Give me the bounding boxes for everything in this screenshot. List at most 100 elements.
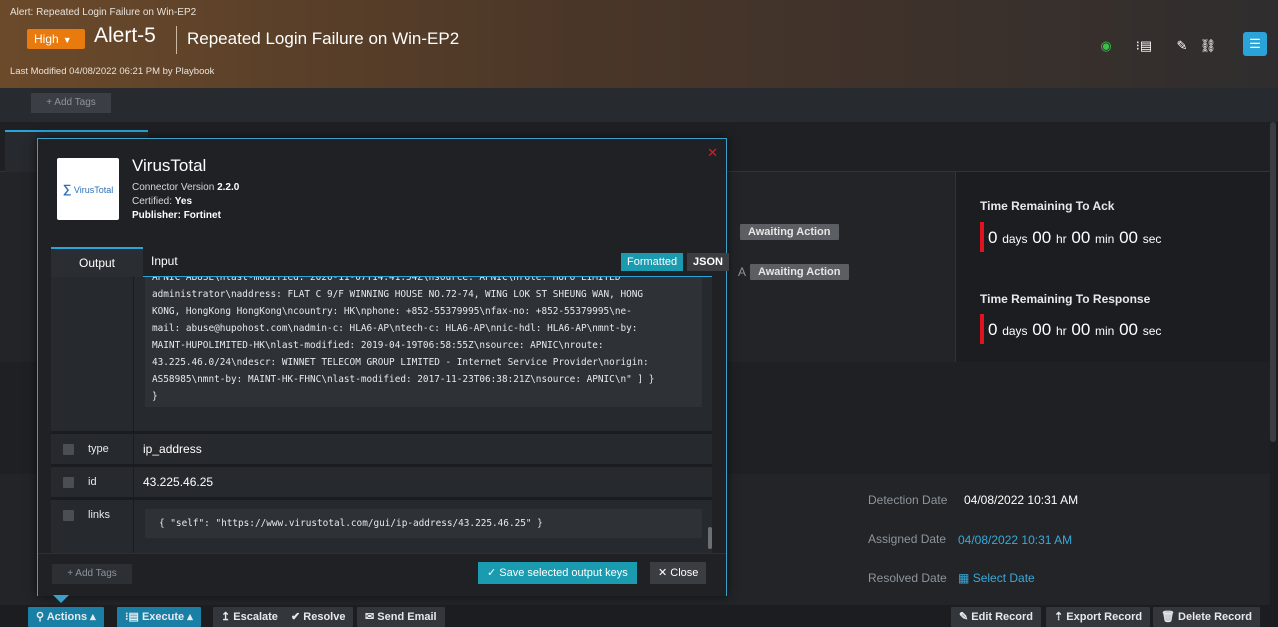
escalate-button[interactable]: ↥ Escalate <box>213 607 286 627</box>
modal-footer: + Add Tags ✓ Save selected output keys ✕… <box>38 553 726 596</box>
add-tags-button[interactable]: + Add Tags <box>52 564 132 584</box>
calendar-icon: ▦ <box>958 571 970 585</box>
column-divider <box>133 500 134 553</box>
row-value: ip_address <box>143 442 202 456</box>
link-icon[interactable]: ⛓ <box>1198 36 1218 56</box>
ack-days: 0 <box>988 228 998 247</box>
detection-date-label: Detection Date <box>868 493 948 507</box>
collaboration-button[interactable]: ☰ <box>1243 32 1267 56</box>
resp-hours-unit: hr <box>1055 324 1067 338</box>
severity-dropdown[interactable]: High ▼ <box>27 29 85 49</box>
column-divider <box>133 277 134 431</box>
publisher-label: Publisher: <box>132 210 181 221</box>
resp-days-unit: days <box>1002 324 1028 338</box>
certified-label: Certified: <box>132 196 173 207</box>
escalate-label: Escalate <box>233 611 278 623</box>
ack-minutes-unit: min <box>1095 232 1115 246</box>
status-letter: A <box>738 265 747 279</box>
edit-icon[interactable]: ✎ <box>1172 36 1192 56</box>
virustotal-logo: ∑ VirusTotal <box>57 158 119 220</box>
resp-minutes-unit: min <box>1095 324 1115 338</box>
ack-hours: 00 <box>1032 228 1052 247</box>
output-scrollbar[interactable] <box>708 527 712 549</box>
actions-button[interactable]: ⚲ Actions ▴ <box>28 607 104 627</box>
row-key: id <box>88 476 97 488</box>
version-label: Connector Version <box>132 182 215 193</box>
connector-publisher: Publisher: Fortinet <box>132 210 221 221</box>
row-checkbox[interactable] <box>63 477 74 488</box>
ack-seconds-unit: sec <box>1142 232 1162 246</box>
action-bar: ⚲ Actions ▴ ⁝▤ Execute ▴ ↥ Escalate ✔ Re… <box>0 605 1278 627</box>
status-online-icon: ◉ <box>1100 38 1112 53</box>
save-label: Save selected output keys <box>499 567 628 579</box>
close-button[interactable]: ✕ Close <box>650 562 707 584</box>
delete-record-label: Delete Record <box>1178 611 1253 623</box>
execute-icon: ⁝▤ <box>125 611 139 623</box>
add-tags-button[interactable]: + Add Tags <box>31 93 111 113</box>
mail-icon: ✉ <box>365 611 375 623</box>
code-line: AS58985\nmnt-by: MAINT-HK-FHNC\nlast-mod… <box>152 374 655 385</box>
caret-up-icon: ▴ <box>90 611 96 623</box>
resolved-date-label: Resolved Date <box>868 571 947 585</box>
ack-days-unit: days <box>1002 232 1028 246</box>
table-row: links { "self": "https://www.virustotal.… <box>51 500 712 553</box>
save-output-keys-button[interactable]: ✓ Save selected output keys <box>478 562 637 584</box>
status-badge: Awaiting Action <box>750 264 849 280</box>
select-date-label: Select Date <box>972 571 1035 585</box>
ack-timer-label: Time Remaining To Ack <box>980 199 1115 213</box>
status-badge: Awaiting Action <box>740 224 839 240</box>
edit-icon: ✎ <box>959 611 969 623</box>
check-icon: ✔ <box>291 611 301 623</box>
execute-button[interactable]: ⁝▤ Execute ▴ <box>117 607 201 627</box>
edit-record-button[interactable]: ✎ Edit Record <box>951 607 1042 627</box>
response-timer-label: Time Remaining To Response <box>980 292 1151 306</box>
response-timer-bar <box>980 314 984 344</box>
assigned-date-label: Assigned Date <box>868 532 947 546</box>
row-checkbox[interactable] <box>63 444 74 455</box>
ack-timer-bar <box>980 222 984 252</box>
resolved-date-picker[interactable]: ▦ Select Date <box>958 571 1035 585</box>
send-email-label: Send Email <box>377 611 437 623</box>
execute-icon[interactable]: ⁝▤ <box>1134 36 1154 56</box>
delete-record-button[interactable]: 🗑 Delete Record <box>1153 607 1261 627</box>
row-key: links <box>88 509 111 521</box>
whois-code-block: APNIC ABUSE\nlast-modified: 2020-11-07T1… <box>145 277 702 407</box>
export-record-button[interactable]: ⇡ Export Record <box>1046 607 1151 627</box>
wand-icon: ⚲ <box>36 611 45 623</box>
output-tabs: Output Input Formatted JSON <box>51 247 729 277</box>
output-body: APNIC ABUSE\nlast-modified: 2020-11-07T1… <box>51 277 712 553</box>
logo-text: VirusTotal <box>73 185 114 195</box>
code-line: } <box>152 391 158 402</box>
ack-minutes: 00 <box>1071 228 1091 247</box>
tag-bar: + Add Tags <box>0 88 1278 122</box>
connector-name: VirusTotal <box>132 156 207 175</box>
close-icon[interactable]: ✕ <box>707 145 718 161</box>
tab-input[interactable]: Input <box>151 247 211 277</box>
table-row: id 43.225.46.25 <box>51 467 712 497</box>
resolve-button[interactable]: ✔ Resolve <box>283 607 354 627</box>
row-value: 43.225.46.25 <box>143 475 214 489</box>
row-checkbox[interactable] <box>63 510 74 521</box>
close-label: Close <box>670 567 699 579</box>
formatted-toggle[interactable]: Formatted <box>621 253 684 271</box>
code-line: mail: abuse@hupohost.com\nadmin-c: HLA6-… <box>152 323 638 334</box>
resp-seconds: 00 <box>1119 320 1139 339</box>
connector-output-modal: ✕ ∑ VirusTotal VirusTotal Connector Vers… <box>37 138 729 596</box>
tab-output[interactable]: Output <box>51 247 143 277</box>
resp-hours: 00 <box>1032 320 1052 339</box>
resolve-label: Resolve <box>303 611 346 623</box>
certified-value: Yes <box>174 196 193 207</box>
connector-version: Connector Version 2.2.0 <box>132 182 239 193</box>
row-key: type <box>88 443 109 455</box>
assigned-date-value[interactable]: 04/08/2022 10:31 AM <box>958 533 1072 547</box>
breadcrumb: Alert: Repeated Login Failure on Win-EP2 <box>10 7 197 18</box>
title-divider <box>176 26 177 54</box>
json-toggle[interactable]: JSON <box>687 253 729 271</box>
code-line: 43.225.46.0/24\ndescr: WINNET TELECOM GR… <box>152 357 649 368</box>
alert-title: Repeated Login Failure on Win-EP2 <box>187 29 460 48</box>
page-scrollbar[interactable] <box>1270 122 1276 442</box>
column-divider <box>133 467 134 497</box>
ack-hours-unit: hr <box>1055 232 1067 246</box>
send-email-button[interactable]: ✉ Send Email <box>357 607 445 627</box>
column-divider <box>133 434 134 464</box>
